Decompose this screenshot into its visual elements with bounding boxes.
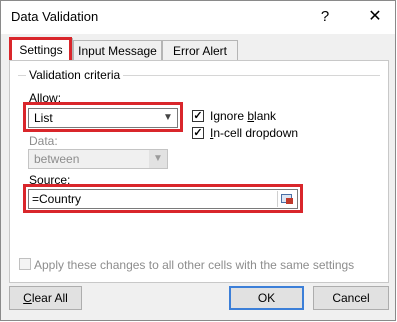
- in-cell-dropdown-checkbox[interactable]: ✓: [192, 127, 204, 139]
- ignore-blank-checkbox[interactable]: ✓: [192, 110, 204, 122]
- help-icon[interactable]: ?: [311, 5, 339, 29]
- apply-all-label: Apply these changes to all other cells w…: [34, 258, 355, 272]
- data-label: Data:: [29, 134, 58, 148]
- data-dropdown: between ▼: [28, 149, 168, 169]
- data-value: between: [34, 152, 80, 166]
- chevron-down-icon: ▼: [163, 112, 173, 123]
- tab-settings[interactable]: Settings: [9, 38, 73, 61]
- collapse-range-icon[interactable]: [277, 191, 296, 207]
- allow-dropdown[interactable]: List ▼: [28, 108, 178, 128]
- ok-button[interactable]: OK: [229, 286, 304, 310]
- source-label: Source:: [29, 173, 71, 187]
- clear-all-button[interactable]: Clear All: [9, 286, 82, 310]
- cancel-button[interactable]: Cancel: [313, 286, 389, 310]
- allow-label: Allow:: [29, 91, 62, 105]
- source-value: =Country: [32, 192, 82, 206]
- settings-panel: Validation criteria: [9, 60, 389, 283]
- close-icon[interactable]: ✕: [361, 5, 389, 29]
- data-validation-dialog: Data Validation ? ✕ Settings Input Messa…: [0, 0, 396, 321]
- tab-input-message[interactable]: Input Message: [73, 40, 162, 61]
- source-input[interactable]: =Country: [28, 189, 298, 209]
- dialog-title: Data Validation: [11, 9, 99, 24]
- allow-value: List: [34, 111, 53, 125]
- tab-error-alert[interactable]: Error Alert: [162, 40, 238, 61]
- validation-criteria-label: Validation criteria: [26, 68, 124, 82]
- chevron-down-icon: ▼: [149, 150, 167, 168]
- ignore-blank-label: Ignore blank: [210, 109, 277, 123]
- title-bar: Data Validation ? ✕: [1, 1, 395, 34]
- in-cell-dropdown-label: In-cell dropdown: [210, 126, 299, 140]
- apply-all-checkbox[interactable]: [19, 258, 31, 270]
